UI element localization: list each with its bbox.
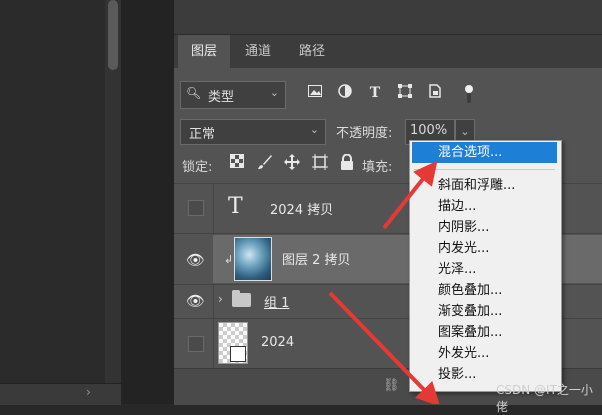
text-layer-icon: T	[228, 194, 243, 219]
clipping-mask-icon: ↲	[224, 253, 234, 266]
watermark: CSDN @IT之一小佬	[496, 383, 593, 414]
canvas-status-bar	[0, 383, 121, 405]
menu-separator	[414, 169, 555, 170]
opacity-value: 100%	[410, 123, 448, 138]
blend-mode-value: 正常	[189, 127, 216, 142]
move-icon[interactable]	[283, 154, 301, 172]
panel-top-strip	[174, 0, 602, 35]
opacity-label: 不透明度:	[336, 126, 393, 141]
tab-paths[interactable]: 路径	[288, 35, 336, 68]
search-icon: 🔍︎	[186, 86, 202, 100]
menu-item-pattern-overlay[interactable]: 图案叠加...	[410, 322, 559, 343]
blend-mode-select[interactable]: 正常 ⌄	[180, 119, 326, 145]
image-filter-icon[interactable]	[306, 84, 324, 102]
menu-item-gradient-overlay[interactable]: 渐变叠加...	[410, 301, 559, 322]
type-filter-icon[interactable]: T	[366, 84, 384, 102]
brush-icon[interactable]	[256, 154, 274, 172]
visibility-toggle[interactable]	[188, 200, 204, 216]
filter-toggle-icon[interactable]	[460, 84, 478, 103]
layer-name[interactable]: 组 1	[264, 292, 289, 311]
layer-name[interactable]: 2024	[261, 335, 294, 350]
menu-item-stroke[interactable]: 描边...	[410, 196, 559, 217]
chevron-down-icon: ⌄	[269, 86, 279, 99]
eye-icon[interactable]: 👁︎	[186, 292, 205, 310]
adjustment-filter-icon[interactable]	[336, 84, 354, 102]
link-layers-icon[interactable]: ⛓︎	[383, 378, 400, 393]
chevron-right-icon[interactable]: ›	[218, 292, 223, 306]
fill-label: 填充:	[362, 160, 393, 175]
menu-item-outer-glow[interactable]: 外发光...	[410, 343, 559, 364]
scrollbar-thumb[interactable]	[108, 0, 118, 70]
chevron-down-icon: ⌄	[309, 123, 319, 136]
menu-item-inner-glow[interactable]: 内发光...	[410, 238, 559, 259]
visibility-toggle[interactable]	[188, 336, 204, 352]
lock-label: 锁定:	[182, 160, 213, 175]
layer-name[interactable]: 图层 2 拷贝	[282, 249, 351, 268]
lock-icon[interactable]	[338, 153, 356, 172]
filter-kind-select[interactable]: 🔍︎ 类型 ⌄	[180, 81, 286, 109]
menu-item-bevel-emboss[interactable]: 斜面和浮雕...	[410, 175, 559, 196]
filter-kind-label: 类型	[208, 90, 235, 105]
tab-channels[interactable]: 通道	[232, 35, 284, 68]
folder-icon	[232, 290, 251, 307]
layer-thumbnail	[234, 237, 272, 281]
tab-layers[interactable]: 图层	[178, 35, 230, 68]
artboard-icon[interactable]	[311, 154, 329, 172]
menu-item-blending-options[interactable]: 混合选项...	[410, 142, 559, 163]
menu-item-color-overlay[interactable]: 颜色叠加...	[410, 280, 559, 301]
smart-object-icon	[230, 346, 246, 362]
chevron-right-icon[interactable]: ›	[86, 385, 91, 399]
layer-name[interactable]: 2024 拷贝	[270, 199, 333, 218]
shape-filter-icon[interactable]	[396, 84, 414, 102]
smart-object-filter-icon[interactable]	[426, 84, 444, 102]
canvas-area[interactable]	[0, 0, 105, 404]
panel-divider	[121, 0, 174, 404]
eye-icon[interactable]: 👁︎	[186, 251, 205, 269]
lock-transparent-pixels-icon[interactable]	[228, 154, 246, 172]
menu-item-satin[interactable]: 光泽...	[410, 259, 559, 280]
menu-item-inner-shadow[interactable]: 内阴影...	[410, 217, 559, 238]
